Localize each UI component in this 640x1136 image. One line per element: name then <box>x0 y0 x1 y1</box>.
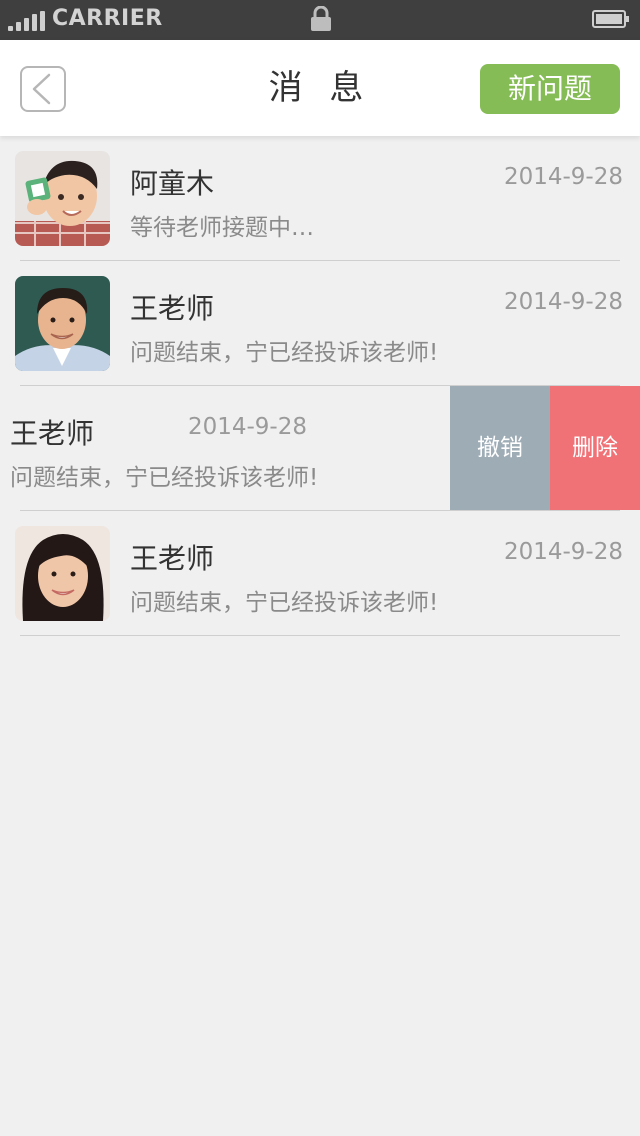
message-preview: 问题结束，宁已经投诉该老师! <box>130 590 439 616</box>
message-content[interactable]: 王老师 2014-9-28 问题结束，宁已经投诉该老师! <box>0 511 640 636</box>
message-item[interactable]: 阿童木 2014-9-28 等待老师接题中… <box>0 136 640 261</box>
delete-button[interactable]: 删除 <box>550 386 640 510</box>
status-bar: CARRIER <box>0 0 640 40</box>
swipe-actions: 撤销 删除 <box>450 386 640 510</box>
message-content[interactable]: 阿童木 2014-9-28 等待老师接题中… <box>0 136 640 261</box>
sender-name: 王老师 <box>130 292 215 325</box>
avatar <box>15 526 110 621</box>
child-avatar-photo <box>15 151 110 246</box>
back-button[interactable] <box>20 66 66 112</box>
message-item[interactable]: 王老师 2014-9-28 问题结束，宁已经投诉该老师! <box>0 511 640 636</box>
sender-name: 王老师 <box>10 417 95 450</box>
carrier-label: CARRIER <box>52 6 163 31</box>
chevron-left-icon <box>32 73 51 105</box>
message-content[interactable]: 王老师 2014-9-28 问题结束，宁已经投诉该老师! <box>0 386 520 511</box>
header: 消 息 新问题 <box>0 40 640 136</box>
new-question-button[interactable]: 新问题 <box>480 64 620 114</box>
message-date: 2014-9-28 <box>503 289 623 315</box>
message-item[interactable]: 王老师 2014-9-28 问题结束，宁已经投诉该老师! 撤销 删除 <box>0 386 640 511</box>
message-date: 2014-9-28 <box>187 414 307 440</box>
teacher-female-avatar-photo <box>15 526 110 621</box>
teacher-male-avatar-photo <box>15 276 110 371</box>
message-content[interactable]: 王老师 2014-9-28 问题结束，宁已经投诉该老师! <box>0 261 640 386</box>
avatar <box>15 276 110 371</box>
avatar <box>15 151 110 246</box>
message-item[interactable]: 王老师 2014-9-28 问题结束，宁已经投诉该老师! <box>0 261 640 386</box>
message-list: 阿童木 2014-9-28 等待老师接题中… 王老师 2014-9-28 问题结… <box>0 136 640 636</box>
divider <box>20 635 620 636</box>
lock-icon <box>311 6 331 31</box>
message-preview: 等待老师接题中… <box>130 215 314 241</box>
sender-name: 王老师 <box>130 542 215 575</box>
message-date: 2014-9-28 <box>503 539 623 565</box>
sender-name: 阿童木 <box>130 167 215 200</box>
undo-button[interactable]: 撤销 <box>450 386 550 510</box>
signal-bars-icon <box>8 11 45 31</box>
message-date: 2014-9-28 <box>503 164 623 190</box>
battery-icon <box>592 10 629 28</box>
message-preview: 问题结束，宁已经投诉该老师! <box>130 340 439 366</box>
message-preview: 问题结束，宁已经投诉该老师! <box>10 465 319 491</box>
